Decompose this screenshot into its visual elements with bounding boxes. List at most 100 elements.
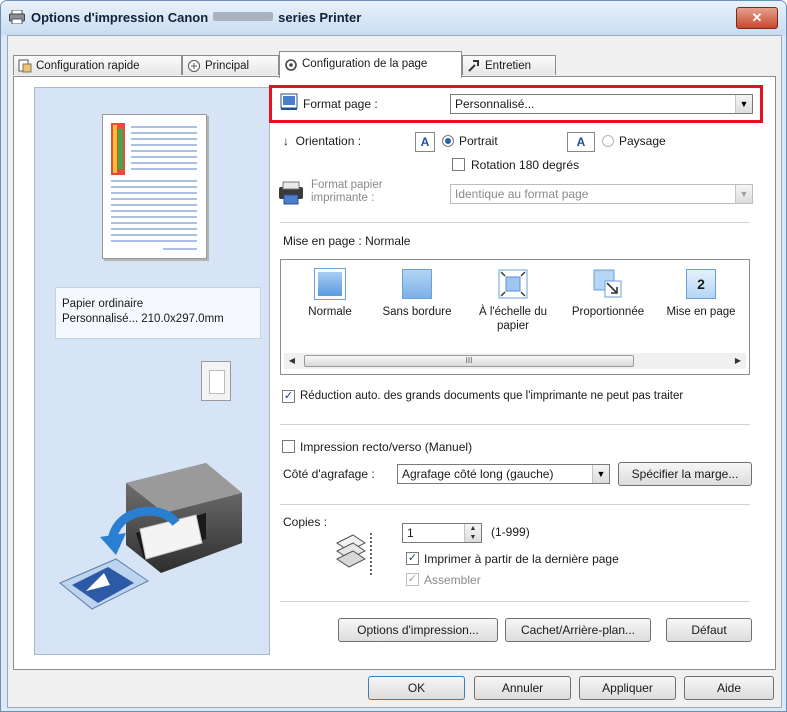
tab-main-label: Principal	[205, 60, 250, 72]
scaled-layout-icon	[593, 269, 622, 298]
printer-paper-label: Format papier imprimante :	[311, 179, 383, 205]
auto-reduce-label: Réduction auto. des grands documents que…	[300, 390, 684, 402]
window-title-suffix: series Printer	[278, 10, 362, 25]
stapling-side-label: Côté d'agrafage :	[283, 467, 375, 481]
scroll-left-icon[interactable]: ◀	[284, 353, 300, 369]
rotate-180-label: Rotation 180 degrés	[471, 158, 580, 172]
chevron-down-icon: ▼	[735, 185, 752, 203]
maintenance-icon	[468, 60, 479, 72]
layout-item-normal-label: Normale	[308, 306, 352, 318]
tab-maintenance[interactable]: Entretien	[462, 55, 556, 75]
spin-arrows-icon[interactable]: ▲ ▼	[464, 524, 481, 542]
layout-current-value: Normale	[365, 234, 411, 248]
chevron-down-icon: ▼	[735, 95, 752, 113]
page-layout-icon: 2	[686, 269, 716, 299]
scrollbar-thumb[interactable]: III	[304, 355, 634, 367]
printer-illustration-icon	[59, 463, 242, 610]
print-options-button[interactable]: Options d'impression...	[338, 618, 498, 642]
quick-setup-icon	[18, 59, 32, 73]
layout-label-text: Mise en page :	[283, 234, 362, 248]
separator	[280, 601, 750, 602]
defaults-button[interactable]: Défaut	[666, 618, 752, 642]
tab-page-setup[interactable]: Configuration de la page	[279, 51, 462, 78]
separator	[280, 222, 750, 223]
copies-value: 1	[407, 526, 414, 540]
layout-item-scaled[interactable]: Proportionnée	[563, 269, 653, 319]
copies-spinbox[interactable]: 1 ▲ ▼	[402, 523, 482, 543]
close-button[interactable]: ✕	[736, 7, 778, 29]
scroll-right-icon[interactable]: ▶	[730, 353, 746, 369]
tab-quick-setup-label: Configuration rapide	[36, 60, 140, 72]
fit-to-page-layout-icon	[498, 269, 528, 299]
cancel-button[interactable]: Annuler	[474, 676, 571, 700]
tab-main[interactable]: Principal	[182, 55, 279, 75]
window-title: Options d'impression Canon series Printer	[31, 10, 361, 25]
layout-item-page-layout-label: Mise en page	[666, 306, 736, 318]
collate-label: Assembler	[424, 573, 481, 587]
auto-reduce-checkbox[interactable]: ✓	[282, 390, 295, 403]
page-size-label: Format page :	[303, 97, 378, 111]
landscape-orientation-icon: A	[567, 132, 595, 152]
layout-item-page-layout[interactable]: 2 Mise en page	[657, 269, 745, 319]
duplex-label: Impression recto/verso (Manuel)	[300, 440, 473, 454]
media-type-text: Papier ordinaire	[62, 298, 144, 310]
separator	[280, 504, 750, 505]
copies-range: (1-999)	[491, 525, 530, 539]
specify-margin-button[interactable]: Spécifier la marge...	[618, 462, 752, 486]
help-button[interactable]: Aide	[684, 676, 774, 700]
portrait-orientation-icon: A	[415, 132, 435, 152]
print-from-last-label: Imprimer à partir de la dernière page	[424, 552, 619, 566]
portrait-radio[interactable]	[442, 135, 454, 147]
apply-button[interactable]: Appliquer	[579, 676, 676, 700]
stamp-background-button[interactable]: Cachet/Arrière-plan...	[505, 618, 651, 642]
page-setup-icon	[285, 59, 297, 71]
orientation-label: ↓ Orientation :	[283, 134, 362, 148]
chevron-down-icon: ▼	[592, 465, 609, 483]
stapling-side-dropdown[interactable]: Agrafage côté long (gauche) ▼	[397, 464, 610, 484]
printer-paper-size-value: Identique au format page	[455, 187, 589, 201]
layout-item-fit-to-page[interactable]: À l'échelle du papier	[470, 269, 556, 333]
rotate-180-checkbox[interactable]	[452, 158, 465, 171]
tab-quick-setup[interactable]: Configuration rapide	[13, 55, 182, 75]
print-options-window: Options d'impression Canon series Printer…	[0, 0, 787, 712]
portrait-label: Portrait	[459, 134, 498, 148]
copies-label: Copies :	[283, 515, 328, 529]
page-size-value: Personnalisé...	[455, 97, 535, 111]
stapling-side-value: Agrafage côté long (gauche)	[402, 467, 554, 481]
page-preview	[102, 114, 207, 259]
tab-maintenance-label: Entretien	[485, 60, 532, 72]
printer-paper-label-line1: Format papier	[311, 179, 383, 191]
layout-item-fit-to-page-label: À l'échelle du papier	[478, 306, 548, 332]
tab-page-setup-label: Configuration de la page	[302, 58, 428, 70]
layout-item-borderless-label: Sans bordure	[382, 306, 452, 318]
duplex-checkbox[interactable]	[282, 440, 295, 453]
paper-info-box: Papier ordinaire Personnalisé... 210.0x2…	[55, 287, 261, 339]
layout-horizontal-scrollbar[interactable]: ◀ III ▶	[284, 353, 746, 369]
collate-checkbox[interactable]: ✓	[406, 573, 419, 586]
layout-item-normal[interactable]: Normale	[299, 268, 361, 319]
printer-paper-icon	[279, 181, 303, 205]
landscape-label: Paysage	[619, 134, 666, 148]
layout-label: Mise en page : Normale	[283, 234, 410, 248]
copies-stack-icon	[336, 533, 372, 575]
main-tab-icon	[188, 60, 200, 72]
landscape-radio[interactable]	[602, 135, 614, 147]
page-size-dropdown[interactable]: Personnalisé... ▼	[450, 94, 753, 114]
printer-icon	[9, 10, 25, 24]
borderless-layout-icon	[402, 269, 432, 299]
page-preview-graphic	[111, 123, 197, 250]
window-title-prefix: Options d'impression Canon	[31, 10, 209, 25]
ok-button[interactable]: OK	[368, 676, 465, 700]
redacted-model-name	[213, 12, 274, 21]
title-bar[interactable]: Options d'impression Canon series Printer…	[1, 1, 786, 35]
close-icon: ✕	[751, 10, 763, 25]
orientation-label-text: Orientation :	[295, 134, 362, 148]
paper-size-summary: Personnalisé... 210.0x297.0mm	[62, 313, 224, 325]
separator	[280, 424, 750, 425]
print-from-last-checkbox[interactable]: ✓	[406, 552, 419, 565]
layout-item-scaled-label: Proportionnée	[571, 306, 645, 318]
layout-item-borderless[interactable]: Sans bordure	[379, 269, 455, 319]
scrollbar-grip: III	[465, 356, 473, 365]
normal-layout-icon	[314, 268, 346, 300]
printer-paper-size-dropdown[interactable]: Identique au format page ▼	[450, 184, 753, 204]
